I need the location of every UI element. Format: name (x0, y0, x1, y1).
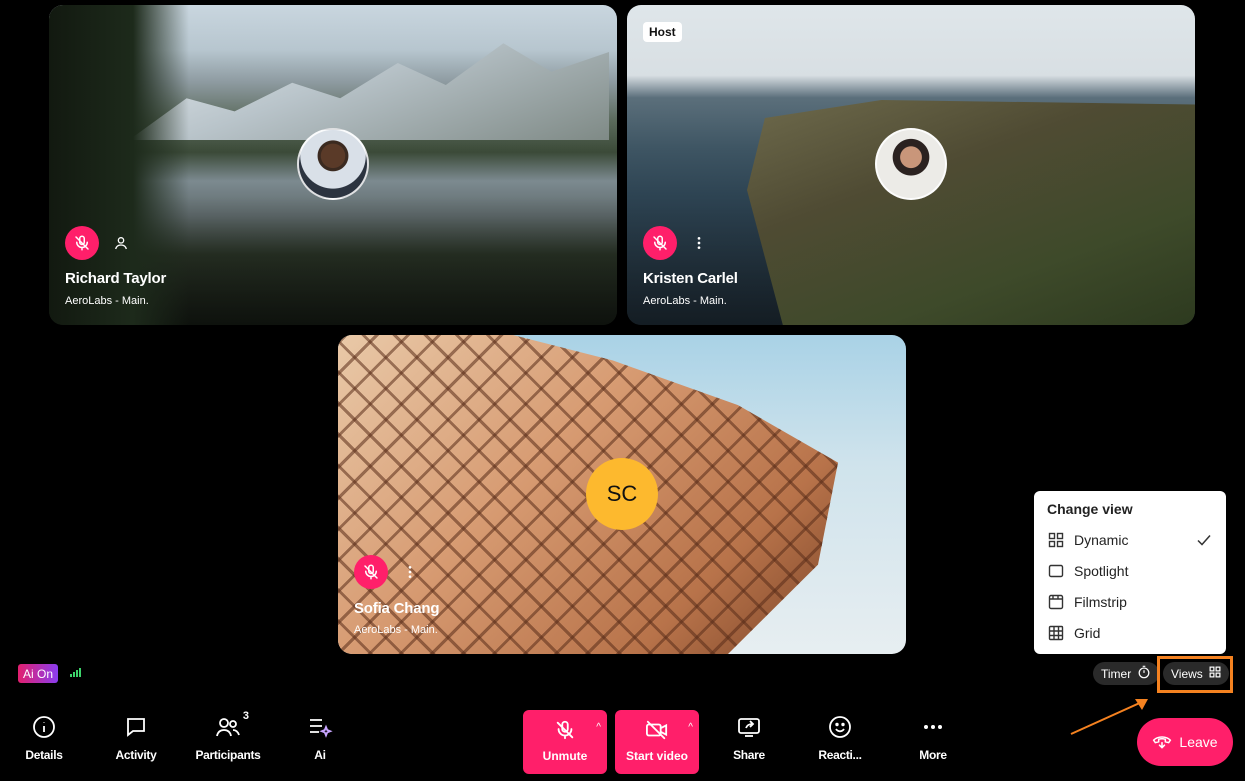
phone-hangup-icon (1152, 733, 1172, 752)
participant-name: Richard Taylor (65, 270, 167, 287)
filmstrip-icon (1047, 593, 1065, 611)
rectangle-icon (1047, 562, 1065, 580)
more-label: More (919, 748, 947, 762)
stopwatch-icon (1137, 665, 1151, 682)
participant-org: AeroLabs - Main. (65, 295, 149, 307)
share-label: Share (733, 748, 765, 762)
participants-count: 3 (242, 710, 249, 722)
more-vertical-icon[interactable] (400, 562, 420, 582)
mic-muted-icon (643, 226, 677, 260)
ai-label: Ai (314, 748, 326, 762)
user-icon[interactable] (111, 233, 131, 253)
mic-muted-icon (523, 716, 607, 744)
checkmark-icon (1196, 532, 1212, 551)
chevron-up-icon[interactable]: ^ (688, 722, 693, 733)
video-tile-kristen-carlel[interactable]: Host Kristen Carlel AeroLabs - Main. (627, 5, 1195, 325)
menu-title: Change view (1047, 501, 1133, 517)
avatar (875, 128, 947, 200)
views-label: Views (1171, 666, 1203, 681)
more-button[interactable]: More (898, 712, 968, 772)
start-video-label: Start video (625, 749, 688, 763)
more-vertical-icon[interactable] (689, 233, 709, 253)
participants-label: Participants (195, 748, 261, 762)
menu-item-spotlight[interactable]: Spotlight (1034, 557, 1226, 585)
details-label: Details (25, 748, 63, 762)
menu-item-grid[interactable]: Grid (1034, 619, 1226, 647)
participant-org: AeroLabs - Main. (643, 295, 727, 307)
share-screen-icon (737, 712, 761, 742)
activity-label: Activity (115, 748, 157, 762)
host-badge: Host (643, 22, 682, 42)
video-tile-sofia-chang[interactable]: SC Sofia Chang AeroLabs - Main. (338, 335, 906, 654)
menu-item-label: Filmstrip (1074, 594, 1127, 610)
mic-muted-icon (354, 555, 388, 589)
share-button[interactable]: Share (714, 712, 784, 772)
leave-button[interactable]: Leave (1137, 718, 1233, 766)
mic-muted-icon (65, 226, 99, 260)
menu-item-label: Dynamic (1074, 532, 1129, 548)
avatar (297, 128, 369, 200)
background-cliff (747, 100, 1195, 325)
menu-item-label: Grid (1074, 625, 1101, 641)
ai-status-badge[interactable]: Ai On (18, 664, 59, 683)
participant-name: Kristen Carlel (643, 270, 738, 287)
menu-item-filmstrip[interactable]: Filmstrip (1034, 588, 1226, 616)
unmute-label: Unmute (542, 749, 588, 763)
details-button[interactable]: Details (9, 712, 79, 772)
ai-button[interactable]: Ai (285, 712, 355, 772)
menu-item-label: Spotlight (1074, 563, 1129, 579)
people-icon: 3 (215, 710, 249, 742)
participants-button[interactable]: 3 Participants (193, 710, 263, 772)
reactions-label: Reacti... (818, 748, 862, 762)
timer-label: Timer (1101, 666, 1132, 681)
change-view-menu: Change view Dynamic Spotlight Filmstrip … (1034, 491, 1226, 654)
ai-sparkle-icon (307, 712, 333, 742)
info-icon (32, 712, 56, 742)
grid-2x2-icon (1047, 531, 1065, 549)
smiley-icon (828, 712, 852, 742)
avatar-initials: SC (586, 458, 658, 530)
video-tile-richard-taylor[interactable]: Richard Taylor AeroLabs - Main. (49, 5, 617, 325)
participant-org: AeroLabs - Main. (354, 624, 438, 636)
participant-name: Sofia Chang (354, 600, 440, 617)
timer-button[interactable]: Timer (1093, 662, 1160, 685)
start-video-button[interactable]: ^ Start video (615, 710, 699, 774)
chat-icon (124, 712, 148, 742)
signal-strength-icon (70, 668, 81, 677)
unmute-button[interactable]: ^ Unmute (523, 710, 607, 774)
leave-label: Leave (1179, 734, 1218, 750)
reactions-button[interactable]: Reacti... (805, 712, 875, 772)
video-off-icon (615, 716, 699, 744)
views-button[interactable]: Views (1163, 662, 1229, 685)
grid-3x3-icon (1047, 624, 1065, 642)
activity-button[interactable]: Activity (101, 712, 171, 772)
menu-item-dynamic[interactable]: Dynamic (1034, 526, 1226, 554)
more-horizontal-icon (921, 712, 945, 742)
grid-2x2-icon (1209, 666, 1221, 681)
chevron-up-icon[interactable]: ^ (596, 722, 601, 733)
